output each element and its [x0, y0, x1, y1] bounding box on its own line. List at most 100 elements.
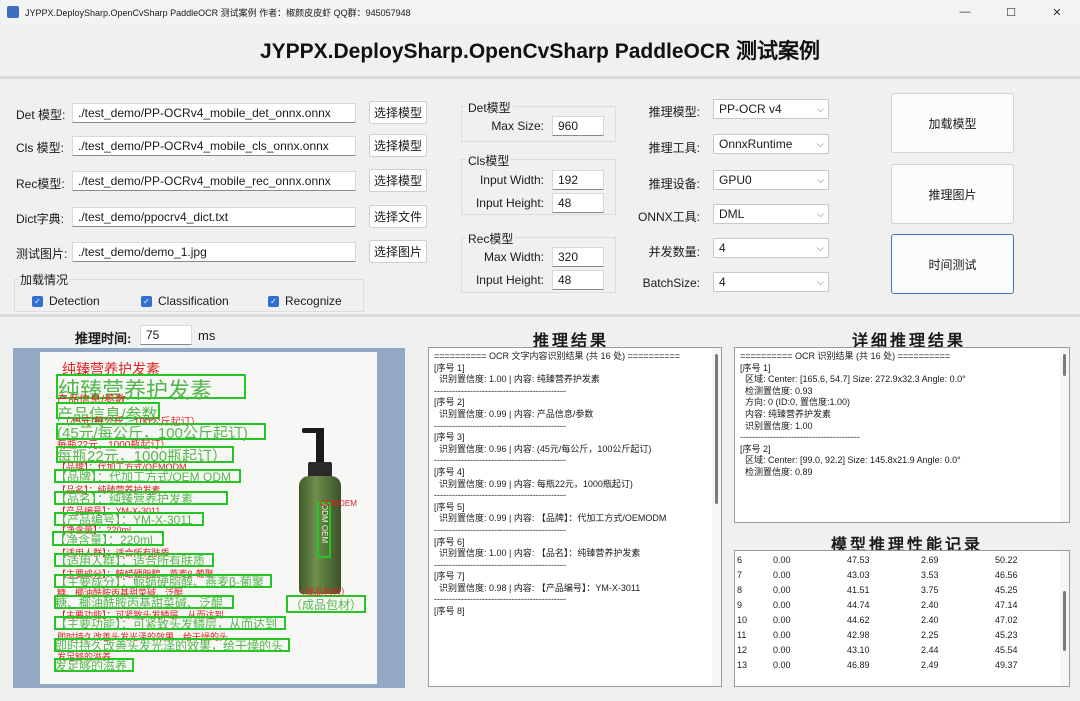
table-cell: 2.49 [921, 659, 939, 670]
table-cell: 45.25 [995, 584, 1018, 595]
text-line: [序号 6] [434, 536, 465, 547]
test-image-label: 测试图片: [16, 247, 68, 261]
table-cell: 41.51 [847, 584, 870, 595]
detection-checkbox[interactable]: ✓ Detection [32, 294, 100, 308]
scroll-thumb[interactable] [715, 354, 718, 504]
select-det-model-button[interactable]: 选择模型 [369, 101, 427, 124]
infer-tool-select[interactable]: OnnxRuntime ⌵ [713, 134, 829, 154]
onnx-tool-value: DML [719, 207, 745, 221]
table-cell: 49.37 [995, 659, 1018, 670]
text-line: [序号 3] [434, 432, 465, 443]
maximize-button[interactable]: ☐ [988, 0, 1034, 24]
load-model-button[interactable]: 加载模型 [891, 93, 1014, 153]
cls-input-height-label: Input Height: [475, 196, 544, 210]
infer-image-button[interactable]: 推理图片 [891, 164, 1014, 224]
result-textbox[interactable]: ========== OCR 文字内容识别结果 (共 16 处) =======… [428, 347, 722, 687]
table-cell: 43.03 [847, 569, 870, 580]
perf-table[interactable]: 6 0.00 47.53 2.69 50.22 7 0.00 43.03 3.53 46.56 8 0… [734, 550, 1070, 687]
batch-size-value: 4 [719, 275, 726, 289]
table-cell: 46.56 [995, 569, 1018, 580]
rec-input-height-label: Input Height: [475, 273, 544, 287]
table-cell: 44.74 [847, 599, 870, 610]
table-cell: 9 [737, 599, 743, 610]
table-cell: 2.44 [921, 644, 939, 655]
classification-checkbox[interactable]: ✓ Classification [141, 294, 229, 308]
result-scrollbar[interactable] [712, 348, 721, 686]
cls-model-path-input[interactable]: ./test_demo/PP-OCRv4_mobile_cls_onnx.onn… [72, 136, 356, 156]
infer-device-label: 推理设备: [648, 177, 700, 191]
table-cell: 0.00 [773, 554, 791, 565]
perf-scrollbar[interactable] [1060, 551, 1069, 686]
text-line: [序号 2] [740, 443, 771, 454]
infer-device-select[interactable]: GPU0 ⌵ [713, 170, 829, 190]
text-line: [序号 1] [434, 362, 465, 373]
rec-input-height-input[interactable]: 48 [552, 270, 604, 290]
classification-label: Classification [158, 294, 229, 308]
select-cls-model-button[interactable]: 选择模型 [369, 134, 427, 157]
batch-size-label: BatchSize: [642, 276, 700, 290]
test-image-path-input[interactable]: ./test_demo/demo_1.jpg [72, 242, 356, 262]
onnx-tool-label: ONNX工具: [637, 210, 700, 224]
ocr-text: （成品包材） [290, 598, 363, 612]
text-line: 识别置信度: 0.99 | 内容: 【品牌】：代加工方式/OEMODM [439, 513, 667, 524]
rec-model-path-input[interactable]: ./test_demo/PP-OCRv4_mobile_rec_onnx.onn… [72, 171, 356, 191]
window-title: JYPPX.DeploySharp.OpenCvSharp PaddleOCR … [25, 7, 411, 18]
divider [0, 76, 1080, 79]
bottle-cap [316, 428, 324, 462]
chevron-down-icon: ⌵ [817, 104, 824, 114]
table-cell: 10 [737, 614, 748, 625]
concurrency-select[interactable]: 4 ⌵ [713, 238, 829, 258]
batch-size-select[interactable]: 4 ⌵ [713, 272, 829, 292]
table-cell: 46.89 [847, 659, 870, 670]
text-line: ---------------------------------------- [740, 432, 860, 443]
ocr-overlay-text: ODMOEM [320, 499, 357, 508]
select-image-button[interactable]: 选择图片 [369, 240, 427, 263]
cls-input-height-input[interactable]: 48 [552, 193, 604, 213]
close-button[interactable]: ✕ [1034, 0, 1080, 24]
det-max-size-input[interactable]: 960 [552, 116, 604, 136]
text-line: [序号 1] [740, 362, 771, 373]
onnx-tool-select[interactable]: DML ⌵ [713, 204, 829, 224]
text-line: 区域: Center: [99.0, 92.2] Size: 145.8x21.… [745, 455, 961, 466]
cls-input-width-input[interactable]: 192 [552, 170, 604, 190]
scroll-thumb[interactable] [1063, 591, 1066, 651]
dict-label: Dict字典: [16, 212, 65, 226]
det-max-size-label: Max Size: [491, 119, 544, 133]
bottle-label-text: ODM OEM [320, 504, 329, 544]
select-dict-button[interactable]: 选择文件 [369, 205, 427, 228]
det-group-title: Det模型 [466, 99, 513, 116]
infer-tool-label: 推理工具: [648, 141, 700, 155]
divider [0, 314, 1080, 317]
table-cell: 47.02 [995, 614, 1018, 625]
det-model-path-input[interactable]: ./test_demo/PP-OCRv4_mobile_det_onnx.onn… [72, 103, 356, 123]
text-line: [序号 4] [434, 466, 465, 477]
table-row: 7 0.00 43.03 3.53 46.56 [735, 567, 1069, 582]
table-cell: 2.40 [921, 599, 939, 610]
table-row: 11 0.00 42.98 2.25 45.23 [735, 627, 1069, 642]
infer-device-value: GPU0 [719, 173, 752, 187]
text-line: ----------------------------------------… [434, 455, 566, 466]
table-cell: 0.00 [773, 569, 791, 580]
infer-model-select[interactable]: PP-OCR v4 ⌵ [713, 99, 829, 119]
text-line: 识别置信度: 1.00 | 内容: 【品名】：纯臻营养护发素 [439, 548, 641, 559]
minimize-button[interactable]: — [942, 0, 988, 24]
chevron-down-icon: ⌵ [817, 209, 824, 219]
select-rec-model-button[interactable]: 选择模型 [369, 169, 427, 192]
text-line: 识别置信度: 0.98 | 内容: 【产品编号】：YM-X-3011 [439, 582, 641, 593]
text-line: ----------------------------------------… [434, 420, 566, 431]
table-cell: 47.14 [995, 599, 1018, 610]
table-cell: 3.75 [921, 584, 939, 595]
recognize-checkbox[interactable]: ✓ Recognize [268, 294, 342, 308]
text-line: 方向: 0 (ID:0, 置信度:1.00) [745, 397, 851, 408]
scroll-thumb[interactable] [1063, 354, 1066, 376]
detail-textbox[interactable]: ========== OCR 识别结果 (共 16 处) ==========[… [734, 347, 1070, 523]
infer-time-value: 75 [140, 325, 192, 345]
table-cell: 0.00 [773, 584, 791, 595]
text-line: [序号 5] [434, 501, 465, 512]
detail-scrollbar[interactable] [1060, 348, 1069, 522]
table-cell: 42.98 [847, 629, 870, 640]
dict-path-input[interactable]: ./test_demo/ppocrv4_dict.txt [72, 207, 356, 227]
timing-test-button[interactable]: 时间测试 [891, 234, 1014, 294]
table-cell: 0.00 [773, 614, 791, 625]
rec-max-width-input[interactable]: 320 [552, 247, 604, 267]
